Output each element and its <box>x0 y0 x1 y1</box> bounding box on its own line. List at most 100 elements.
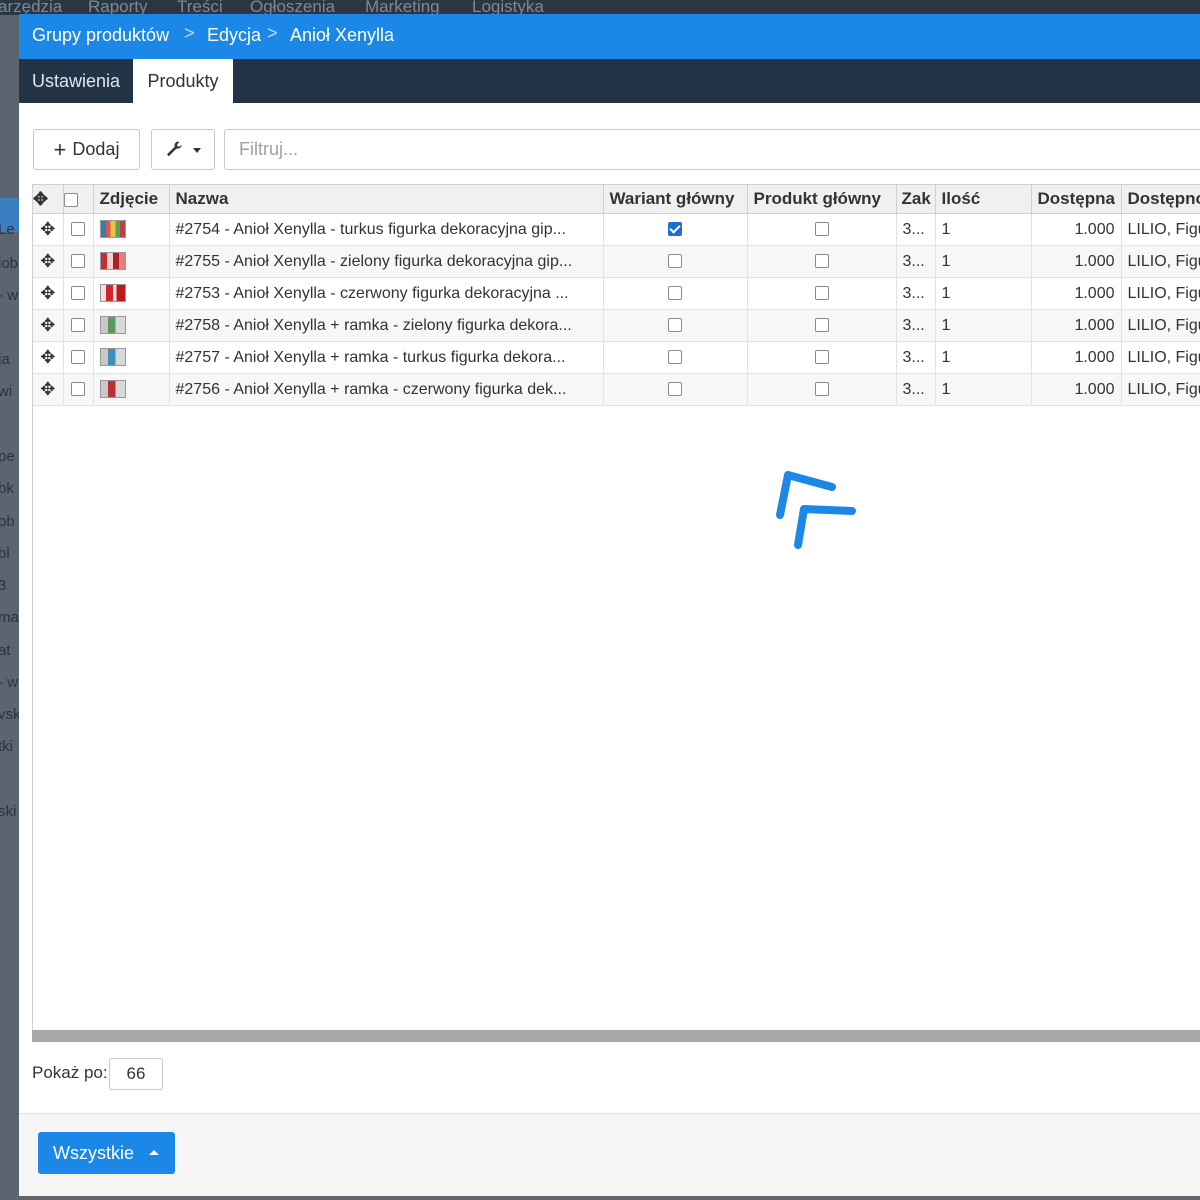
tools-dropdown-button[interactable] <box>151 129 215 170</box>
table-row[interactable]: ✥ #2754 - Anioł Xenylla - turkus figurka… <box>33 213 1200 246</box>
row-product-main <box>747 341 897 374</box>
row-product-main <box>747 213 897 246</box>
row-drag-handle[interactable]: ✥ <box>33 309 64 342</box>
header-zak[interactable]: Zak <box>896 185 936 214</box>
row-checkbox[interactable] <box>71 286 85 301</box>
chevron-down-icon <box>192 147 201 153</box>
row-checkbox[interactable] <box>71 382 85 397</box>
product-main-checkbox[interactable] <box>814 254 829 269</box>
row-name: #2754 - Anioł Xenylla - turkus figurka d… <box>169 213 604 246</box>
row-available: 1.000 <box>1031 341 1122 374</box>
table-row[interactable]: ✥ #2756 - Anioł Xenylla + ramka - czerwo… <box>33 373 1200 406</box>
bg-sidebar-text: pe <box>0 448 15 465</box>
bg-sidebar-text: Le <box>0 221 15 238</box>
product-main-checkbox[interactable] <box>814 222 829 237</box>
bg-sidebar-text: ma <box>0 609 19 626</box>
row-drag-handle[interactable]: ✥ <box>33 245 64 278</box>
breadcrumb-item-product-groups[interactable]: Grupy produktów <box>32 25 169 46</box>
bg-sidebar-text: lob <box>0 255 19 272</box>
row-drag-handle[interactable]: ✥ <box>33 213 64 246</box>
header-availability[interactable]: Dostępno <box>1121 185 1200 214</box>
row-availability: LILIO, Figu <box>1121 341 1200 374</box>
bg-nav-item: Marketing <box>365 0 440 15</box>
header-name[interactable]: Nazwa <box>169 185 604 214</box>
tab-bar: Ustawienia Produkty <box>19 59 1200 103</box>
header-quantity[interactable]: Ilość <box>935 185 1032 214</box>
row-checkbox[interactable] <box>71 350 85 365</box>
variant-main-checkbox[interactable] <box>668 350 682 365</box>
row-checkbox[interactable] <box>71 254 85 269</box>
variant-main-checkbox[interactable] <box>668 318 682 333</box>
row-variant-main <box>603 277 748 310</box>
breadcrumb-separator: > <box>184 23 195 43</box>
row-drag-handle[interactable]: ✥ <box>33 341 64 374</box>
row-availability: LILIO, Figu <box>1121 277 1200 310</box>
table-row[interactable]: ✥ #2755 - Anioł Xenylla - zielony figurk… <box>33 245 1200 278</box>
row-photo <box>93 213 170 246</box>
select-all-checkbox[interactable] <box>63 192 78 207</box>
page-size-input[interactable] <box>109 1058 163 1090</box>
add-button[interactable]: + Dodaj <box>33 129 140 170</box>
product-main-checkbox[interactable] <box>814 382 829 397</box>
horizontal-scrollbar[interactable] <box>32 1030 1200 1042</box>
tab-settings[interactable]: Ustawienia <box>19 59 133 103</box>
row-photo <box>93 309 170 342</box>
row-select-cell <box>63 213 94 246</box>
products-grid: ✥ Zdjęcie Nazwa Wariant główny Produkt g… <box>32 184 1200 1042</box>
breadcrumb-separator: > <box>267 23 278 43</box>
loading-spinner-icon <box>776 471 856 549</box>
all-dropdown-button[interactable]: Wszystkie <box>38 1132 175 1174</box>
row-name: #2757 - Anioł Xenylla + ramka - turkus f… <box>169 341 604 374</box>
row-name: #2753 - Anioł Xenylla - czerwony figurka… <box>169 277 604 310</box>
header-select-all <box>63 185 94 214</box>
row-photo <box>93 341 170 374</box>
breadcrumb-item-edit[interactable]: Edycja <box>207 25 261 46</box>
bg-sidebar-text: bl <box>0 545 10 562</box>
variant-main-checkbox[interactable] <box>668 222 682 237</box>
row-product-main <box>747 373 897 406</box>
row-name: #2756 - Anioł Xenylla + ramka - czerwony… <box>169 373 604 406</box>
variant-main-checkbox[interactable] <box>668 286 682 301</box>
caret-up-icon <box>149 1150 159 1155</box>
row-checkbox[interactable] <box>71 222 85 237</box>
header-photo[interactable]: Zdjęcie <box>93 185 170 214</box>
header-variant-main[interactable]: Wariant główny <box>603 185 748 214</box>
product-main-checkbox[interactable] <box>814 318 829 333</box>
row-photo <box>93 277 170 310</box>
table-row[interactable]: ✥ #2758 - Anioł Xenylla + ramka - zielon… <box>33 309 1200 342</box>
move-icon[interactable]: ✥ <box>40 379 55 399</box>
bg-nav-item: Ogłoszenia <box>250 0 336 15</box>
product-thumbnail <box>99 252 126 271</box>
variant-main-checkbox[interactable] <box>668 382 682 397</box>
row-zak: 3... <box>896 309 936 342</box>
header-available[interactable]: Dostępna <box>1031 185 1122 214</box>
product-main-checkbox[interactable] <box>814 286 829 301</box>
move-icon[interactable]: ✥ <box>40 347 55 367</box>
row-drag-handle[interactable]: ✥ <box>33 373 64 406</box>
row-available: 1.000 <box>1031 373 1122 406</box>
row-availability: LILIO, Figu <box>1121 309 1200 342</box>
row-checkbox[interactable] <box>71 318 85 333</box>
row-name: #2755 - Anioł Xenylla - zielony figurka … <box>169 245 604 278</box>
table-row[interactable]: ✥ #2757 - Anioł Xenylla + ramka - turkus… <box>33 341 1200 374</box>
variant-main-checkbox[interactable] <box>668 254 682 269</box>
background-bottom-strip <box>19 1196 1200 1200</box>
row-variant-main <box>603 373 748 406</box>
row-quantity: 1 <box>935 373 1032 406</box>
table-row[interactable]: ✥ #2753 - Anioł Xenylla - czerwony figur… <box>33 277 1200 310</box>
row-quantity: 1 <box>935 341 1032 374</box>
move-icon[interactable]: ✥ <box>40 315 55 335</box>
move-icon[interactable]: ✥ <box>40 219 55 239</box>
bg-sidebar-text: tki <box>0 738 13 755</box>
tab-products[interactable]: Produkty <box>133 59 233 103</box>
header-product-main[interactable]: Produkt główny <box>747 185 897 214</box>
move-icon[interactable]: ✥ <box>40 283 55 303</box>
row-availability: LILIO, Figu <box>1121 245 1200 278</box>
row-drag-handle[interactable]: ✥ <box>33 277 64 310</box>
row-photo <box>93 245 170 278</box>
product-main-checkbox[interactable] <box>814 350 829 365</box>
row-zak: 3... <box>896 341 936 374</box>
move-icon[interactable]: ✥ <box>40 251 55 271</box>
row-variant-main <box>603 309 748 342</box>
filter-input[interactable] <box>224 129 1200 170</box>
